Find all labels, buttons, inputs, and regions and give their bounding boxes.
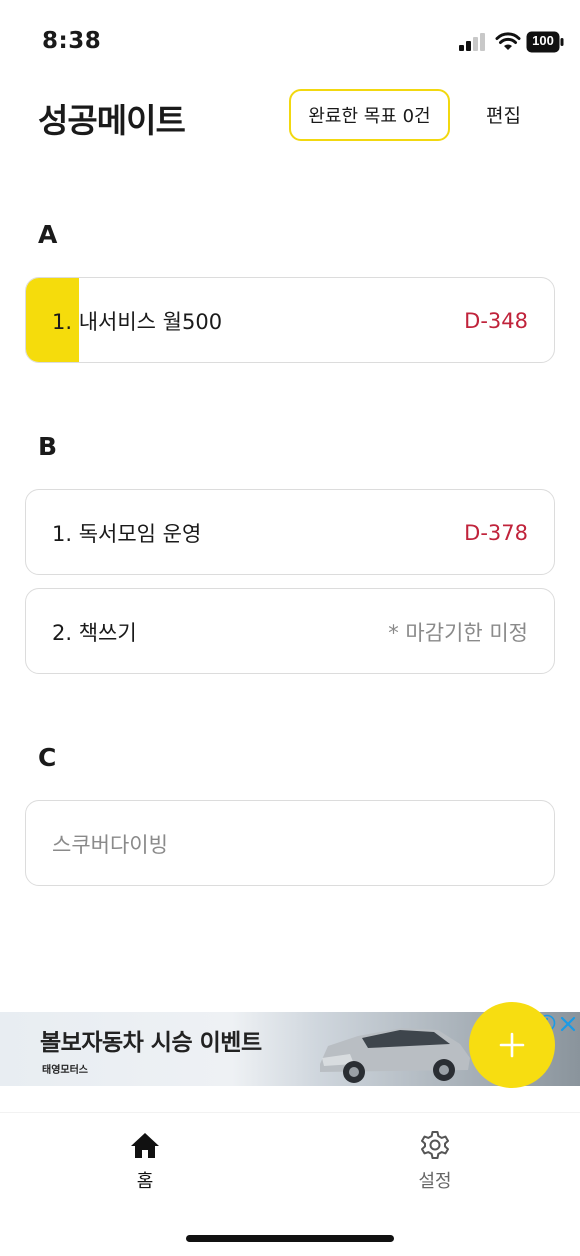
battery-level: 100 — [532, 33, 554, 48]
goal-card[interactable]: 2. 책쓰기 * 마감기한 미정 — [25, 588, 555, 674]
plus-icon — [499, 1032, 525, 1058]
home-icon — [131, 1133, 159, 1158]
section-label-c: C — [38, 743, 57, 772]
tab-settings-label: 설정 — [418, 1171, 452, 1192]
car-image — [320, 1028, 470, 1083]
ad-advertiser: 태영모터스 — [42, 1065, 88, 1076]
header: 성공메이트 완료한 목표 0건 편집 — [0, 84, 580, 148]
goal-card[interactable]: 스쿠버다이빙 — [25, 800, 555, 886]
cellular-signal-icon — [459, 33, 485, 51]
status-time: 8:38 — [42, 28, 102, 54]
home-indicator — [186, 1235, 394, 1242]
tab-home-label: 홈 — [136, 1171, 154, 1192]
goal-deadline: D-378 — [464, 521, 528, 545]
completed-goals-badge[interactable]: 완료한 목표 0건 — [289, 89, 450, 141]
section-label-a: A — [38, 220, 58, 249]
ad-headline: 볼보자동차 시승 이벤트 — [40, 1030, 262, 1056]
add-goal-button[interactable] — [469, 1002, 555, 1088]
edit-button[interactable]: 편집 — [486, 101, 521, 128]
status-bar: 8:38 100 — [0, 0, 580, 80]
goal-card[interactable]: 1. 내서비스 월500 D-348 — [25, 277, 555, 363]
section-label-b: B — [38, 432, 58, 461]
goal-deadline-undetermined: * 마감기한 미정 — [388, 621, 528, 645]
tab-settings[interactable]: 설정 — [375, 1113, 495, 1203]
goal-card[interactable]: 1. 독서모임 운영 D-378 — [25, 489, 555, 575]
goal-title: 2. 책쓰기 — [52, 621, 137, 645]
wifi-icon — [495, 32, 521, 50]
goal-title: 스쿠버다이빙 — [52, 833, 168, 857]
tab-bar: 홈 설정 — [0, 1112, 580, 1212]
app-title: 성공메이트 — [38, 101, 186, 140]
gear-icon — [421, 1131, 449, 1159]
ad-close-icon[interactable] — [559, 1015, 577, 1033]
goal-title: 1. 내서비스 월500 — [52, 310, 223, 334]
goal-title: 1. 독서모임 운영 — [52, 522, 202, 546]
goal-deadline: D-348 — [464, 309, 528, 333]
tab-home[interactable]: 홈 — [85, 1113, 205, 1203]
